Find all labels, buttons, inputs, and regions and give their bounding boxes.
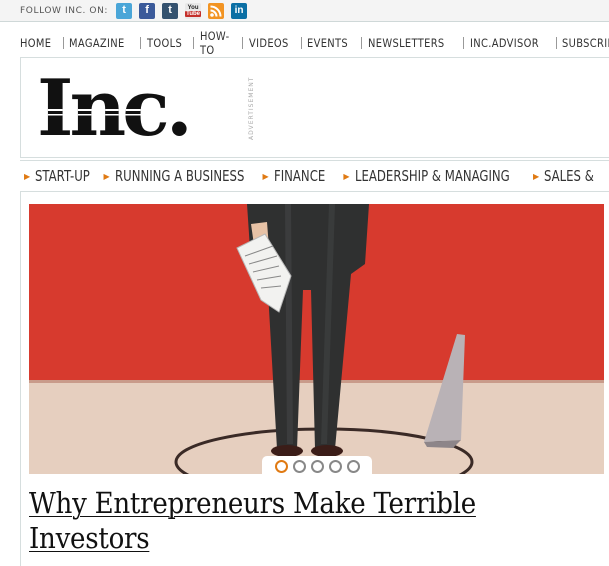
nav-divider xyxy=(361,37,362,49)
chevron-right-icon: ▶ xyxy=(103,171,110,181)
chevron-right-icon: ▶ xyxy=(532,171,540,181)
masthead: Inc. Inc. ADVERTISEMENT xyxy=(20,57,609,158)
inc-logo-graphic: Inc. Inc. xyxy=(37,63,193,154)
category-start-up[interactable]: ▶ START-UP xyxy=(24,161,106,191)
nav-tools[interactable]: TOOLS xyxy=(147,34,182,52)
slide-indicator xyxy=(262,456,372,476)
article-headline[interactable]: Why Entrepreneurs Make Terrible Investor… xyxy=(29,486,547,556)
nav-videos[interactable]: VIDEOS xyxy=(249,34,289,52)
nav-subscribe[interactable]: SUBSCRIBE xyxy=(562,34,609,52)
rss-icon[interactable] xyxy=(208,2,225,19)
hero-illustration xyxy=(29,204,604,474)
category-sales[interactable]: ▶ SALES & xyxy=(533,161,608,191)
chevron-right-icon: ▶ xyxy=(262,171,269,181)
inc-logo-text: Inc. xyxy=(37,71,189,143)
nav-events[interactable]: EVENTS xyxy=(307,34,348,52)
nav-divider xyxy=(300,37,302,49)
slide-dot-5[interactable] xyxy=(346,459,360,473)
content-left-rule xyxy=(20,192,21,566)
twitter-glyph: t xyxy=(122,4,126,16)
tumblr-icon[interactable]: t xyxy=(162,2,179,19)
category-running-a-business[interactable]: ▶ RUNNING A BUSINESS xyxy=(104,161,281,191)
slide-dot-3[interactable] xyxy=(310,459,324,473)
category-label: SALES & xyxy=(544,167,594,185)
youtube-glyph-top: You xyxy=(187,4,199,11)
slide-dot-4[interactable] xyxy=(328,459,342,473)
linkedin-icon[interactable]: in xyxy=(231,2,248,19)
nav-divider xyxy=(241,37,243,49)
category-label: LEADERSHIP & MANAGING xyxy=(354,167,510,185)
nav-home[interactable]: HOME xyxy=(20,34,51,52)
youtube-icon[interactable]: You Tube xyxy=(185,2,202,19)
nav-newsletters[interactable]: NEWSLETTERS xyxy=(368,34,445,52)
slide-dot-1[interactable] xyxy=(274,459,288,473)
hero-image[interactable] xyxy=(29,204,604,474)
twitter-icon[interactable]: t xyxy=(116,2,133,19)
category-label: RUNNING A BUSINESS xyxy=(114,167,245,185)
top-nav: HOME MAGAZINE TOOLS HOW-TO VIDEOS EVENTS… xyxy=(20,29,609,57)
category-label: START-UP xyxy=(35,167,91,185)
nav-divider xyxy=(462,37,464,49)
nav-magazine[interactable]: MAGAZINE xyxy=(69,34,125,52)
follow-bar: FOLLOW INC. ON: t f t You Tube in xyxy=(0,0,609,22)
rss-glyph xyxy=(210,5,222,17)
linkedin-glyph: in xyxy=(234,4,244,16)
nav-inc-advisor[interactable]: INC.ADVISOR xyxy=(470,34,539,52)
category-finance[interactable]: ▶ FINANCE xyxy=(263,161,340,191)
category-label: FINANCE xyxy=(273,167,325,185)
follow-label: FOLLOW INC. ON: xyxy=(20,5,109,16)
youtube-glyph-bottom: Tube xyxy=(185,10,201,17)
category-nav: ▶ START-UP ▶ RUNNING A BUSINESS ▶ FINANC… xyxy=(20,160,609,192)
slide-dot-2[interactable] xyxy=(292,459,306,473)
nav-divider xyxy=(62,37,64,49)
nav-divider xyxy=(555,37,557,49)
inc-logo[interactable]: Inc. Inc. xyxy=(37,63,237,154)
category-leadership-managing[interactable]: ▶ LEADERSHIP & MANAGING xyxy=(343,161,553,191)
nav-how-to[interactable]: HOW-TO xyxy=(200,29,231,57)
tumblr-glyph: t xyxy=(168,4,172,16)
facebook-icon[interactable]: f xyxy=(139,2,156,19)
chevron-right-icon: ▶ xyxy=(24,171,31,181)
facebook-glyph: f xyxy=(145,4,149,16)
nav-divider xyxy=(139,37,141,49)
nav-divider xyxy=(193,37,195,49)
chevron-right-icon: ▶ xyxy=(343,171,350,181)
advertisement-label: ADVERTISEMENT xyxy=(248,76,255,140)
